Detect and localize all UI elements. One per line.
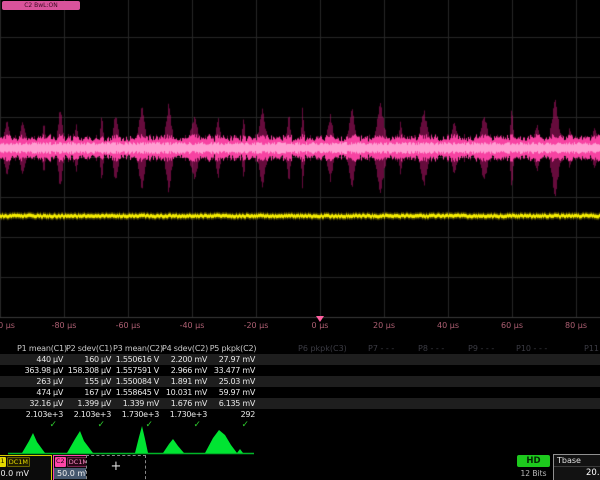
hd-bits-label: 12 Bits [513, 469, 554, 478]
measurement-header-p3[interactable]: P3 mean(C2) [113, 343, 161, 354]
measurement-value: 33.477 mV [209, 365, 257, 376]
measurement-header-p2[interactable]: P2 sdev(C1) [65, 343, 113, 354]
measure-header-row: P1 mean(C1)P2 sdev(C1)P3 mean(C2)P4 sdev… [0, 343, 600, 354]
oscilloscope-screen: C2 BwL:ON -100 µs -80 µs -60 µs -40 µs -20 µ… [0, 0, 600, 480]
timebase-descriptor[interactable]: Tbase 20.0 µs/div [553, 454, 600, 480]
measure-stat-row: 474 µV167 µV1.558645 V10.031 mV59.97 mV [0, 387, 600, 398]
measurement-value: 27.97 mV [209, 354, 257, 365]
measurement-value: 474 µV [17, 387, 65, 398]
histicon-p3[interactable] [135, 426, 148, 453]
c1-badge-row: C1 DC1M [0, 456, 51, 468]
c1-channel-badge: C1 [0, 457, 6, 467]
c1-vertical-scale: 10.0 mV [0, 468, 51, 479]
measurement-value: 1.676 mV [161, 398, 209, 409]
histicon-p2[interactable] [67, 431, 93, 453]
measure-stat-row: 440 µV160 µV1.550616 V2.200 mV27.97 mV [0, 354, 600, 365]
bandwidth-limit-badge: C2 BwL:ON [2, 1, 80, 10]
time-axis-label: 60 µs [501, 321, 523, 330]
measurement-value: 160 µV [65, 354, 113, 365]
histicon-strip [0, 424, 600, 458]
measurement-value: 167 µV [65, 387, 113, 398]
time-axis-label: 20 µs [373, 321, 395, 330]
time-axis: -100 µs -80 µs -60 µs -40 µs -20 µs 0 µs 20 µs… [0, 321, 600, 333]
measurement-value: 2.103e+3 [17, 409, 65, 420]
measurement-header-p1[interactable]: P1 mean(C1) [17, 343, 65, 354]
measurement-value: 263 µV [17, 376, 65, 387]
hd-mode-badge[interactable]: HD [517, 455, 550, 467]
measurement-header-p10[interactable]: P10 - - - [516, 343, 547, 354]
measurement-value: 440 µV [17, 354, 65, 365]
measurement-value: 6.135 mV [209, 398, 257, 409]
measure-stat-row: 2.103e+32.103e+31.730e+31.730e+3292 [0, 409, 600, 420]
add-trace-button[interactable]: + [86, 455, 146, 480]
measurement-value: 1.558645 V [113, 387, 161, 398]
c2-channel-badge: C2 [55, 457, 66, 467]
measurement-value: 1.550616 V [113, 354, 161, 365]
time-axis-label: 0 µs [312, 321, 329, 330]
measurement-value: 155 µV [65, 376, 113, 387]
histicon-p5[interactable] [205, 430, 243, 453]
time-axis-label: -80 µs [52, 321, 77, 330]
time-axis-label: 80 µs [565, 321, 587, 330]
measurement-value: 158.308 µV [65, 365, 113, 376]
measurement-value: 1.550084 V [113, 376, 161, 387]
measurement-value: 10.031 mV [161, 387, 209, 398]
measurement-value: 59.97 mV [209, 387, 257, 398]
measurement-value: 292 [209, 409, 257, 420]
time-axis-label: -60 µs [116, 321, 141, 330]
measurement-value: 1.891 mV [161, 376, 209, 387]
measurement-header-p6[interactable]: P6 pkpk(C3) [298, 343, 347, 354]
measurement-value: 1.339 mV [113, 398, 161, 409]
measure-stat-row: 263 µV155 µV1.550084 V1.891 mV25.03 mV [0, 376, 600, 387]
measurement-value: 2.200 mV [161, 354, 209, 365]
measure-table-body: 440 µV160 µV1.550616 V2.200 mV27.97 mV36… [0, 354, 600, 420]
measure-stat-row: 363.98 µV158.308 µV1.557591 V2.966 mV33.… [0, 365, 600, 376]
c1-coupling-badge: DC1M [7, 457, 30, 467]
measurement-header-p7[interactable]: P7 - - - [368, 343, 394, 354]
waveform-grid[interactable] [0, 0, 600, 322]
time-axis-label: -20 µs [244, 321, 269, 330]
timebase-label: Tbase [554, 455, 600, 467]
timebase-value: 20.0 µs/div [554, 467, 600, 479]
histicon-p1[interactable] [22, 433, 45, 453]
measurement-value: 1.557591 V [113, 365, 161, 376]
histicon-p4[interactable] [163, 439, 184, 453]
measurement-table: P1 mean(C1)P2 sdev(C1)P3 mean(C2)P4 sdev… [0, 343, 600, 431]
measurement-value: 2.103e+3 [65, 409, 113, 420]
time-axis-label: 40 µs [437, 321, 459, 330]
time-axis-label: -40 µs [180, 321, 205, 330]
measurement-header-p4[interactable]: P4 sdev(C2) [161, 343, 209, 354]
measurement-value: 1.730e+3 [113, 409, 161, 420]
measurement-header-p9[interactable]: P9 - - - [468, 343, 494, 354]
measurement-value: 1.399 µV [65, 398, 113, 409]
measure-stat-row: 32.16 µV1.399 µV1.339 mV1.676 mV6.135 mV [0, 398, 600, 409]
measurement-header-p5[interactable]: P5 pkpk(C2) [209, 343, 257, 354]
measurement-header-p11[interactable]: P11 [584, 343, 599, 354]
time-axis-label: -100 µs [0, 321, 15, 330]
channel-descriptor-c1[interactable]: C1 DC1M 10.0 mV [0, 455, 52, 480]
measurement-value: 1.730e+3 [161, 409, 209, 420]
measurement-value: 363.98 µV [17, 365, 65, 376]
measurement-value: 2.966 mV [161, 365, 209, 376]
measurement-value: 25.03 mV [209, 376, 257, 387]
measurement-header-p8[interactable]: P8 - - - [418, 343, 444, 354]
measurement-value: 32.16 µV [17, 398, 65, 409]
